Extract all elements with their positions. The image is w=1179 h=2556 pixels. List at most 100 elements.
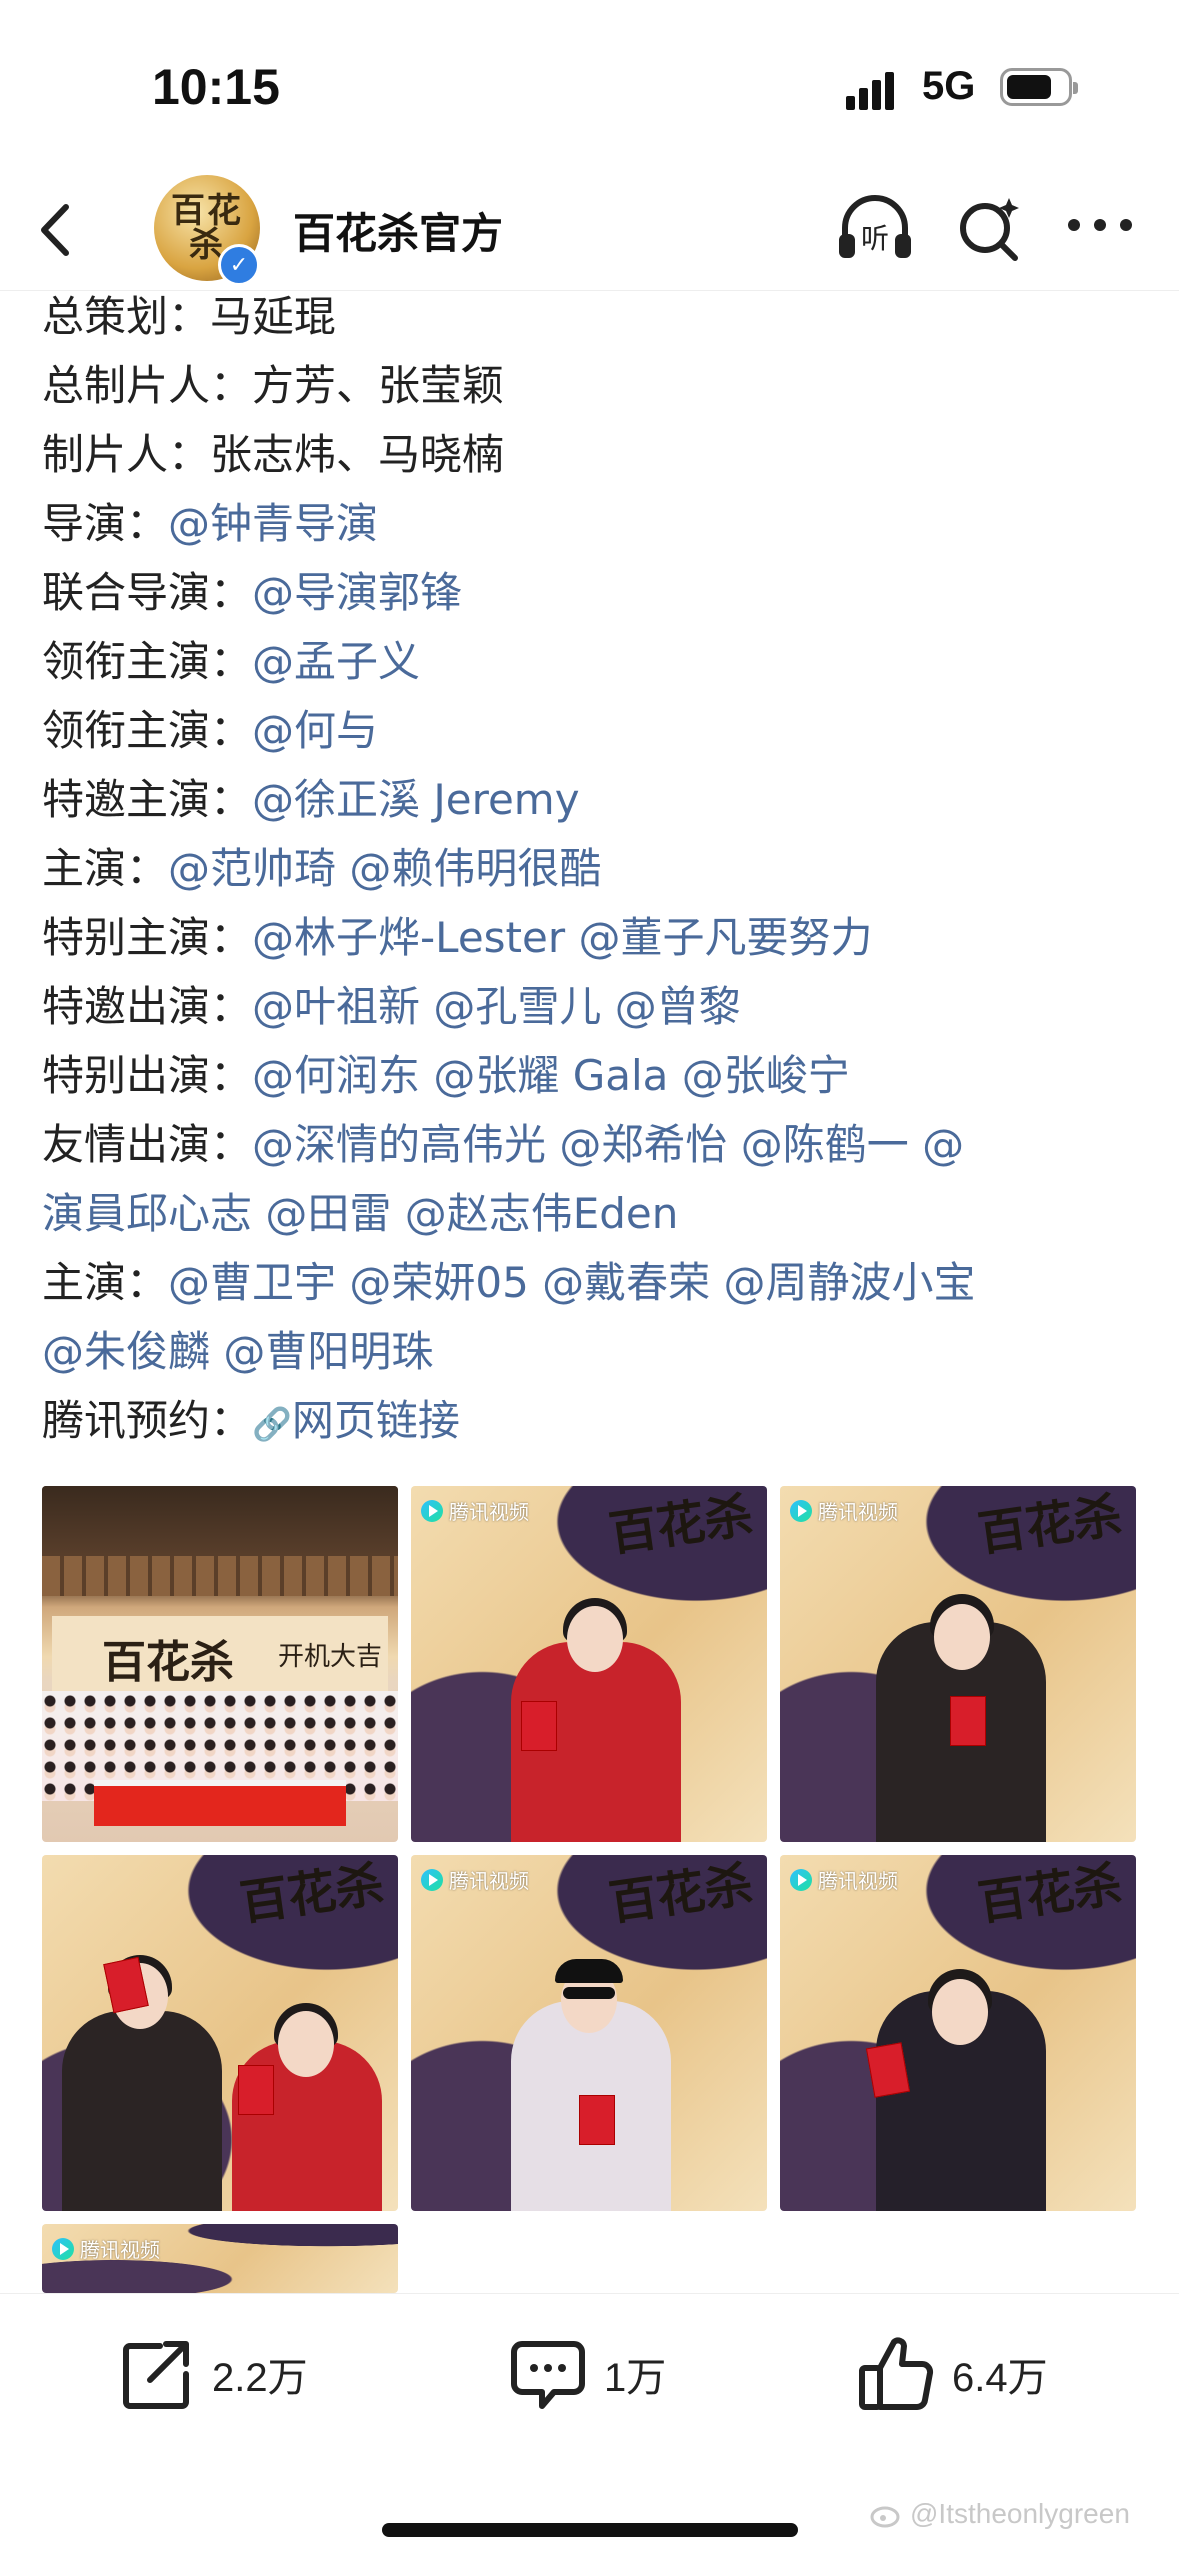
image-poster-partial[interactable]: 腾讯视频	[42, 2224, 398, 2293]
credit-name: 方芳、张莹颖	[252, 361, 505, 410]
verified-badge-icon: ✓	[218, 244, 260, 286]
post-text-body: 总策划：马延琨 总制片人：方芳、张莹颖 制片人：张志炜、马晓楠 导演：@钟青导演 联合导…	[42, 282, 1152, 1459]
credit-line: 特别出演：@何润东 @张耀 Gala @张峻宁	[42, 1041, 1152, 1110]
bottom-action-bar: 2.2万 1万 6.4万	[0, 2293, 1179, 2454]
more-icon[interactable]	[1068, 215, 1138, 235]
credit-line: 特别主演：@林子烨-Lester @董子凡要努力	[42, 903, 1152, 972]
credit-role: 联合导演：	[42, 568, 253, 617]
battery-icon	[1000, 68, 1078, 106]
credit-line: 领衔主演：@孟子义	[42, 627, 1152, 696]
credit-line: 演員邱心志 @田雷 @赵志伟Eden	[42, 1179, 1152, 1248]
account-name[interactable]: 百花杀官方	[293, 200, 503, 261]
credit-role: 导演：	[42, 499, 169, 548]
like-button[interactable]: 6.4万	[856, 2334, 1048, 2414]
credit-line: 制片人：张志炜、马晓楠	[42, 420, 1152, 489]
group-banner-subtitle: 开机大吉	[278, 1642, 383, 1672]
credit-role: 总策划：	[42, 292, 211, 341]
mention-link[interactable]: @范帅琦 @赖伟明很酷	[168, 844, 601, 893]
credit-line: 主演：@曹卫宇 @荣妍05 @戴春荣 @周静波小宝	[42, 1248, 1152, 1317]
weibo-logo-icon	[870, 2506, 900, 2528]
share-count: 2.2万	[212, 2356, 308, 2400]
like-count: 6.4万	[952, 2356, 1048, 2400]
credit-line: 友情出演：@深情的高伟光 @郑希怡 @陈鹤一 @	[42, 1110, 1152, 1179]
comment-icon	[511, 2341, 585, 2409]
tencent-video-icon	[790, 1499, 812, 1522]
poster-title: 百花杀	[974, 1856, 1126, 1932]
mention-link[interactable]: @曹卫宇 @荣妍05 @戴春荣 @周静波小宝	[168, 1258, 976, 1307]
mention-link[interactable]: @孟子义	[252, 637, 420, 686]
image-poster-pair[interactable]: 百花杀	[42, 1855, 398, 2211]
mention-link[interactable]: 演員邱心志 @田雷 @赵志伟Eden	[42, 1189, 678, 1238]
credit-line: 特邀出演：@叶祖新 @孔雪儿 @曾黎	[42, 972, 1152, 1041]
credit-role: 总制片人：	[42, 361, 253, 410]
cellular-signal-icon	[846, 70, 904, 110]
credit-role: 主演：	[42, 844, 169, 893]
tencent-video-icon	[52, 2237, 74, 2260]
tencent-video-icon	[790, 1868, 812, 1891]
tencent-video-icon	[421, 1499, 443, 1522]
share-button[interactable]: 2.2万	[120, 2334, 308, 2414]
comment-button[interactable]: 1万	[508, 2334, 666, 2414]
credit-line: 联合导演：@导演郭锋	[42, 558, 1152, 627]
image-group-photo[interactable]: 百花杀 开机大吉	[42, 1486, 398, 1842]
thumbs-up-icon	[859, 2337, 934, 2411]
credit-line: 主演：@范帅琦 @赖伟明很酷	[42, 834, 1152, 903]
credit-line: 总制片人：方芳、张莹颖	[42, 351, 1152, 420]
image-poster-black-robe-2[interactable]: 腾讯视频 百花杀	[780, 1855, 1136, 2211]
listen-label: 听	[861, 222, 889, 255]
credit-name: 马延琨	[210, 292, 337, 341]
mention-link[interactable]: @叶祖新 @孔雪儿 @曾黎	[252, 982, 741, 1031]
credit-role: 特邀主演：	[42, 775, 253, 824]
credit-role: 领衔主演：	[42, 706, 253, 755]
image-poster-hoodie[interactable]: 腾讯视频 百花杀	[411, 1855, 767, 2211]
tencent-video-watermark: 腾讯视频	[790, 1496, 898, 1525]
image-poster-black-robe[interactable]: 腾讯视频 百花杀	[780, 1486, 1136, 1842]
credit-role: 制片人：	[42, 430, 211, 479]
web-link[interactable]: 网页链接	[292, 1396, 460, 1445]
credit-line: 领衔主演：@何与	[42, 696, 1152, 765]
mention-link[interactable]: @何与	[252, 706, 378, 755]
poster-title: 百花杀	[974, 1487, 1126, 1563]
link-icon[interactable]: 🔗	[252, 1405, 292, 1443]
mention-link[interactable]: @导演郭锋	[252, 568, 462, 617]
comment-count: 1万	[604, 2356, 667, 2400]
mention-link[interactable]: @钟青导演	[168, 499, 378, 548]
credit-line: @朱俊麟 @曹阳明珠	[42, 1317, 1152, 1386]
credit-role: 特别出演：	[42, 1051, 253, 1100]
tencent-video-watermark: 腾讯视频	[421, 1496, 529, 1525]
weibo-watermark: @Itstheonlygreen	[870, 2498, 1130, 2530]
back-arrow-icon[interactable]	[30, 195, 90, 265]
share-icon	[123, 2341, 189, 2409]
image-poster-red-dress[interactable]: 腾讯视频 百花杀	[411, 1486, 767, 1842]
credit-name: 张志炜、马晓楠	[210, 430, 505, 479]
tencent-video-icon	[421, 1868, 443, 1891]
poster-title: 百花杀	[605, 1856, 757, 1932]
mention-link[interactable]: @徐正溪 Jeremy	[252, 775, 580, 824]
credit-role: 领衔主演：	[42, 637, 253, 686]
mention-link[interactable]: @朱俊麟 @曹阳明珠	[42, 1327, 433, 1376]
poster-title: 百花杀	[605, 1487, 757, 1563]
network-type: 5G	[922, 64, 976, 108]
search-icon[interactable]	[955, 190, 1025, 266]
status-time: 10:15	[152, 59, 280, 115]
home-indicator[interactable]	[382, 2523, 798, 2537]
credit-role: 腾讯预约：	[42, 1396, 253, 1445]
credit-role: 特邀出演：	[42, 982, 253, 1031]
credit-line: 导演：@钟青导演	[42, 489, 1152, 558]
mention-link[interactable]: @林子烨-Lester @董子凡要努力	[252, 913, 872, 962]
credit-role: 主演：	[42, 1258, 169, 1307]
tencent-video-watermark: 腾讯视频	[421, 1865, 529, 1894]
status-bar: 10:15 5G	[0, 0, 1179, 170]
tencent-video-watermark: 腾讯视频	[52, 2234, 160, 2263]
mention-link[interactable]: @何润东 @张耀 Gala @张峻宁	[252, 1051, 850, 1100]
credit-line: 总策划：马延琨	[42, 282, 1152, 351]
group-banner-title: 百花杀	[102, 1637, 234, 1688]
top-nav-bar: 百花杀 ✓ 百花杀官方 听	[0, 170, 1179, 291]
mention-link[interactable]: @深情的高伟光 @郑希怡 @陈鹤一 @	[252, 1120, 964, 1169]
listen-icon[interactable]: 听	[833, 190, 917, 266]
tencent-video-watermark: 腾讯视频	[790, 1865, 898, 1894]
credit-role: 特别主演：	[42, 913, 253, 962]
credit-role: 友情出演：	[42, 1120, 253, 1169]
credit-line: 腾讯预约：🔗网页链接	[42, 1386, 1152, 1459]
poster-title: 百花杀	[236, 1856, 388, 1932]
